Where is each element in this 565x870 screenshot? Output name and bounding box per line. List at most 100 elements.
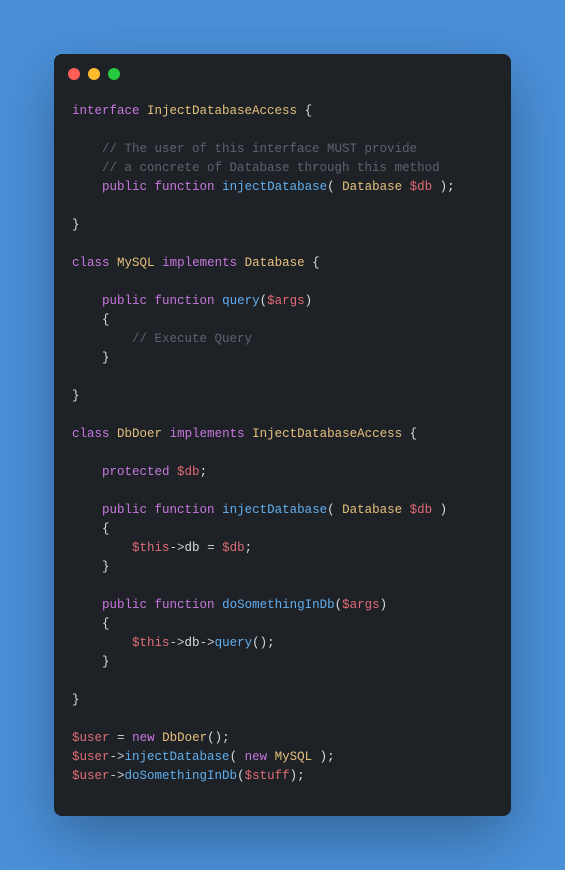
token-var: $args [342,598,380,612]
token-pun [72,465,102,479]
code-line: $this->db->query(); [72,634,493,653]
token-kw: function [155,503,215,517]
token-fn: injectDatabase [222,503,327,517]
token-pun: (); [252,636,275,650]
token-pun: ) [305,294,313,308]
token-pun [215,503,223,517]
token-kw: implements [170,427,245,441]
token-pun [72,294,102,308]
code-line: } [72,691,493,710]
token-pun [140,104,148,118]
code-line: $user = new DbDoer(); [72,729,493,748]
token-pun: } [72,655,110,669]
token-typ: MySQL [275,750,313,764]
token-kw: function [155,598,215,612]
token-pun: } [72,693,80,707]
token-kw: public [102,598,147,612]
token-pun: db [185,541,208,555]
minimize-icon[interactable] [88,68,100,80]
token-pun: (); [207,731,230,745]
code-line [72,235,493,254]
token-pun: ; [245,541,253,555]
token-pun [147,598,155,612]
token-var: $user [72,731,110,745]
token-pun: ; [200,465,208,479]
token-pun [237,256,245,270]
token-kw: public [102,180,147,194]
token-pun: { [72,313,110,327]
code-line: interface InjectDatabaseAccess { [72,102,493,121]
token-var: $stuff [245,769,290,783]
code-line: public function injectDatabase( Database… [72,178,493,197]
code-line: // a concrete of Database through this m… [72,159,493,178]
token-pun [110,427,118,441]
token-cmt: // The user of this interface MUST provi… [102,142,417,156]
token-pun [155,256,163,270]
token-kw: protected [102,465,170,479]
token-op: = [207,541,215,555]
code-line: // The user of this interface MUST provi… [72,140,493,159]
token-pun [147,180,155,194]
zoom-icon[interactable] [108,68,120,80]
token-cmt: // a concrete of Database through this m… [102,161,440,175]
token-kw: class [72,256,110,270]
token-pun: } [72,560,110,574]
token-fn: injectDatabase [125,750,230,764]
token-pun [245,427,253,441]
token-pun [162,427,170,441]
token-kw: public [102,294,147,308]
token-typ: InjectDatabaseAccess [147,104,297,118]
token-op: -> [200,636,215,650]
code-line: // Execute Query [72,330,493,349]
token-var: $db [410,180,433,194]
token-pun [170,465,178,479]
token-kw: public [102,503,147,517]
token-var: $this [132,636,170,650]
token-pun [215,598,223,612]
code-line [72,273,493,292]
close-icon[interactable] [68,68,80,80]
code-line [72,406,493,425]
token-kw: interface [72,104,140,118]
code-line [72,121,493,140]
token-pun [147,294,155,308]
code-line: { [72,520,493,539]
token-kw: class [72,427,110,441]
token-kw: function [155,180,215,194]
code-line [72,444,493,463]
token-pun [72,598,102,612]
token-op: -> [170,636,185,650]
token-var: $this [132,541,170,555]
token-pun: ( [327,503,342,517]
token-fn: doSomethingInDb [125,769,238,783]
token-pun [72,332,132,346]
token-op: -> [110,769,125,783]
token-cmt: // Execute Query [132,332,252,346]
token-pun: { [297,104,312,118]
token-pun: { [72,617,110,631]
code-line [72,672,493,691]
token-pun: db [185,636,200,650]
token-pun [110,256,118,270]
token-pun [402,503,410,517]
code-line: public function doSomethingInDb($args) [72,596,493,615]
token-typ: Database [342,503,402,517]
token-pun: ) [432,503,447,517]
token-var: $db [222,541,245,555]
code-block: interface InjectDatabaseAccess { // The … [54,80,511,804]
token-pun [147,503,155,517]
token-fn: query [215,636,253,650]
token-pun [402,180,410,194]
code-line: } [72,558,493,577]
token-pun [215,180,223,194]
token-fn: query [222,294,260,308]
token-fn: doSomethingInDb [222,598,335,612]
code-line: class DbDoer implements InjectDatabaseAc… [72,425,493,444]
code-line [72,368,493,387]
token-op: -> [110,750,125,764]
token-pun [155,731,163,745]
token-pun: ( [335,598,343,612]
token-typ: Database [245,256,305,270]
code-line: } [72,216,493,235]
token-pun [125,731,133,745]
